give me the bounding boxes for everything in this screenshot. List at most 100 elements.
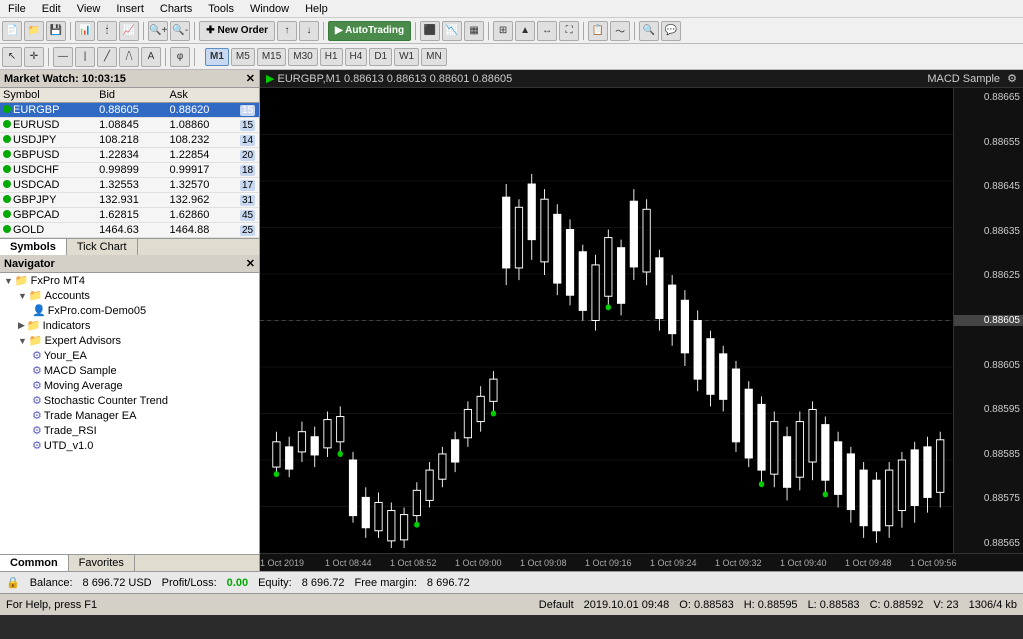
market-watch-row[interactable]: GBPJPY 132.931 132.962 31 [0, 193, 259, 208]
nav-tree-item[interactable]: ⚙Trade_RSI [0, 423, 259, 438]
row-symbol: GBPJPY [0, 193, 96, 208]
chat-btn[interactable]: 💬 [661, 21, 681, 41]
histogram-btn[interactable]: ▦ [464, 21, 484, 41]
navigator-close-icon[interactable]: ✕ [246, 257, 255, 270]
nav-tree-item[interactable]: ▼📁Expert Advisors [0, 333, 259, 348]
line-chart-btn[interactable]: 📉 [442, 21, 462, 41]
autotrading-btn[interactable]: ▶ AutoTrading [328, 21, 411, 41]
indicator-list-btn[interactable]: 📋 [588, 21, 608, 41]
time-label-3: 1 Oct 09:00 [455, 558, 502, 568]
chart-candle-btn[interactable]: 🕯 [97, 21, 117, 41]
vol-btn[interactable]: ▲ [515, 21, 535, 41]
nav-item-label: Trade_RSI [44, 425, 97, 437]
scrollbars-btn[interactable]: ↔ [537, 21, 557, 41]
tf-m1[interactable]: M1 [205, 48, 229, 66]
market-watch-row[interactable]: USDCHF 0.99899 0.99917 18 [0, 163, 259, 178]
row-spread: 31 [237, 193, 259, 208]
menu-window[interactable]: Window [242, 3, 297, 15]
tf-d1[interactable]: D1 [369, 48, 392, 66]
market-watch-close-icon[interactable]: ✕ [246, 72, 255, 85]
equity-label: Equity: [258, 577, 292, 589]
buy-arrow-btn[interactable]: ↑ [277, 21, 297, 41]
channel-btn[interactable]: ⧸⧹ [119, 47, 139, 67]
open-btn[interactable]: 📁 [24, 21, 44, 41]
row-symbol: USDCHF [0, 163, 96, 178]
nav-tree-item[interactable]: ⚙Stochastic Counter Trend [0, 393, 259, 408]
menu-view[interactable]: View [69, 3, 109, 15]
tf-h1[interactable]: H1 [320, 48, 343, 66]
col-bid: Bid [96, 88, 166, 103]
tf-mn[interactable]: MN [421, 48, 447, 66]
market-watch-row[interactable]: GBPCAD 1.62815 1.62860 45 [0, 208, 259, 223]
time-axis: 1 Oct 2019 1 Oct 08:44 1 Oct 08:52 1 Oct… [260, 553, 1023, 571]
market-watch-row[interactable]: EURUSD 1.08845 1.08860 15 [0, 118, 259, 133]
nav-tree-item[interactable]: ▶📁Indicators [0, 318, 259, 333]
nav-item-label: Your_EA [44, 350, 87, 362]
tf-m30[interactable]: M30 [288, 48, 317, 66]
nav-tree-item[interactable]: ⚙MACD Sample [0, 363, 259, 378]
search-btn[interactable]: 🔍 [639, 21, 659, 41]
nav-tree-item[interactable]: ⚙Your_EA [0, 348, 259, 363]
row-symbol: EURUSD [0, 118, 96, 133]
nav-tree-item[interactable]: ▼📁FxPro MT4 [0, 273, 259, 288]
balance-label: Balance: [30, 577, 73, 589]
menu-edit[interactable]: Edit [34, 3, 69, 15]
market-watch-row[interactable]: EURGBP 0.88605 0.88620 15 [0, 103, 259, 118]
market-watch-row[interactable]: GBPUSD 1.22834 1.22854 20 [0, 148, 259, 163]
bar-chart-btn[interactable]: ⬛ [420, 21, 440, 41]
nav-tree-item[interactable]: ▼📁Accounts [0, 288, 259, 303]
new-order-btn[interactable]: ✚ New Order [199, 21, 275, 41]
symbol-dot [3, 120, 11, 128]
menu-charts[interactable]: Charts [152, 3, 200, 15]
pl-value: 0.00 [227, 577, 248, 589]
text-btn[interactable]: A [141, 47, 161, 67]
menu-help[interactable]: Help [297, 3, 336, 15]
nav-tab-favorites[interactable]: Favorites [69, 555, 135, 571]
save-btn[interactable]: 💾 [46, 21, 66, 41]
ohlc-high: H: 0.88595 [744, 599, 798, 611]
mw-tab-tick[interactable]: Tick Chart [67, 239, 138, 255]
market-watch-row[interactable]: USDJPY 108.218 108.232 14 [0, 133, 259, 148]
zoom-out-btn[interactable]: 🔍- [170, 21, 190, 41]
menu-tools[interactable]: Tools [200, 3, 242, 15]
symbol-dot [3, 105, 11, 113]
chart-line-btn[interactable]: 📈 [119, 21, 139, 41]
grid-btn[interactable]: ⊞ [493, 21, 513, 41]
tf-h4[interactable]: H4 [345, 48, 368, 66]
crosshair-btn[interactable]: ✛ [24, 47, 44, 67]
hline-btn[interactable]: — [53, 47, 73, 67]
vline-btn[interactable]: | [75, 47, 95, 67]
chart-area[interactable]: ▶ EURGBP,M1 0.88613 0.88613 0.88601 0.88… [260, 70, 1023, 571]
chart-settings-icon[interactable]: ⚙ [1007, 73, 1017, 85]
menu-insert[interactable]: Insert [108, 3, 152, 15]
tf-m5[interactable]: M5 [231, 48, 255, 66]
time-label-0: 1 Oct 2019 [260, 558, 304, 568]
nav-tree-item[interactable]: ⚙Moving Average [0, 378, 259, 393]
fib-btn[interactable]: φ [170, 47, 190, 67]
ma-btn[interactable]: 〜 [610, 21, 630, 41]
market-watch-row[interactable]: GOLD 1464.63 1464.88 25 [0, 223, 259, 238]
sep7 [583, 22, 584, 40]
zoom-in-btn[interactable]: 🔍+ [148, 21, 168, 41]
toolbar1: 📄 📁 💾 📊 🕯 📈 🔍+ 🔍- ✚ New Order ↑ ↓ ▶ Auto… [0, 18, 1023, 44]
menu-file[interactable]: File [0, 3, 34, 15]
trendline-btn[interactable]: ╱ [97, 47, 117, 67]
nav-tree-item[interactable]: 👤FxPro.com-Demo05 [0, 303, 259, 318]
mw-tab-symbols[interactable]: Symbols [0, 239, 67, 255]
new-chart-btn[interactable]: 📄 [2, 21, 22, 41]
sell-arrow-btn[interactable]: ↓ [299, 21, 319, 41]
market-watch-row[interactable]: USDCAD 1.32553 1.32570 17 [0, 178, 259, 193]
chart-symbol-info: ▶ EURGBP,M1 0.88613 0.88613 0.88601 0.88… [266, 72, 512, 85]
cursor-btn[interactable]: ↖ [2, 47, 22, 67]
tf-w1[interactable]: W1 [394, 48, 419, 66]
nav-item-label: Moving Average [44, 380, 123, 392]
col-symbol: Symbol [0, 88, 96, 103]
nav-tab-common[interactable]: Common [0, 555, 69, 571]
nav-tree-item[interactable]: ⚙Trade Manager EA [0, 408, 259, 423]
fullscreen-btn[interactable]: ⛶ [559, 21, 579, 41]
chart-canvas[interactable]: 0.88665 0.88655 0.88645 0.88635 0.88625 … [260, 88, 1023, 571]
chart-bar-btn[interactable]: 📊 [75, 21, 95, 41]
market-watch-tabs: Symbols Tick Chart [0, 238, 259, 255]
nav-tree-item[interactable]: ⚙UTD_v1.0 [0, 438, 259, 453]
tf-m15[interactable]: M15 [257, 48, 286, 66]
